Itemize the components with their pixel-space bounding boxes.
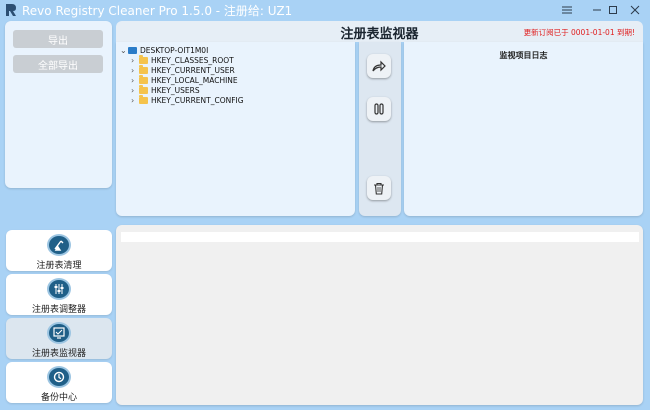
tree-item[interactable]: › HKEY_CURRENT_USER [131,64,235,75]
broom-icon [47,234,71,256]
nav-label: 备份中心 [40,393,77,403]
window-title: Revo Registry Cleaner Pro 1.5.0 - 注册给: U… [22,4,293,18]
export-all-button[interactable]: 全部导出 [13,55,103,73]
nav-label: 注册表监视器 [31,349,86,359]
tree-item[interactable]: › HKEY_CURRENT_CONFIG [131,94,244,105]
folder-icon [139,64,148,74]
tree-item-label: HKEY_CURRENT_USER [151,65,235,75]
subscription-notice[interactable]: 更新订阅已于 0001-01-01 到期! [524,27,635,38]
share-arrow-icon[interactable] [367,54,391,78]
chevron-right-icon[interactable]: › [131,66,139,75]
trash-icon[interactable] [367,176,391,200]
folder-icon [139,84,148,94]
nav-label: 注册表清理 [36,261,82,271]
tree-item[interactable]: › HKEY_USERS [131,84,200,95]
sliders-icon [47,278,71,300]
chevron-right-icon[interactable]: › [131,96,139,105]
tree-item-label: HKEY_CLASSES_ROOT [151,55,234,65]
tree-item[interactable]: › HKEY_LOCAL_MACHINE [131,74,238,85]
monitor-log-panel [404,42,643,216]
tree-root-label: DESKTOP-OIT1M0I [140,45,209,55]
folder-icon [139,74,148,84]
nav-item-backup-center[interactable]: 备份中心 [6,362,112,403]
nav-item-registry-cleaner[interactable]: 注册表清理 [6,230,112,271]
folder-icon [139,54,148,64]
details-panel [116,225,643,405]
app-logo-icon [6,4,16,16]
chevron-right-icon[interactable]: › [131,76,139,85]
page-header: 注册表监视器 更新订阅已于 0001-01-01 到期! [116,21,643,42]
computer-icon [128,46,137,54]
chevron-down-icon[interactable]: ⌄ [120,46,128,55]
pause-icon[interactable] [367,97,391,121]
close-icon[interactable] [620,0,650,20]
nav-item-registry-monitor[interactable]: 注册表监视器 [6,318,112,359]
log-panel-title: 监视项目日志 [499,51,548,60]
export-button[interactable]: 导出 [13,30,103,48]
tree-item[interactable]: › HKEY_CLASSES_ROOT [131,54,234,65]
export-panel: 导出 全部导出 [5,21,112,188]
nav-item-registry-tweaker[interactable]: 注册表调整器 [6,274,112,315]
nav-label: 注册表调整器 [31,305,86,315]
folder-icon [139,94,148,104]
backup-icon [47,366,71,388]
hamburger-menu-icon[interactable] [552,0,582,20]
chevron-right-icon[interactable]: › [131,56,139,65]
monitor-icon [47,322,71,344]
details-field[interactable] [121,232,639,242]
title-bar: Revo Registry Cleaner Pro 1.5.0 - 注册给: U… [0,0,650,20]
tree-root[interactable]: ⌄ DESKTOP-OIT1M0I [120,45,208,55]
chevron-right-icon[interactable]: › [131,86,139,95]
tree-item-label: HKEY_CURRENT_CONFIG [151,95,244,105]
tree-item-label: HKEY_LOCAL_MACHINE [151,75,238,85]
tree-item-label: HKEY_USERS [151,85,200,95]
